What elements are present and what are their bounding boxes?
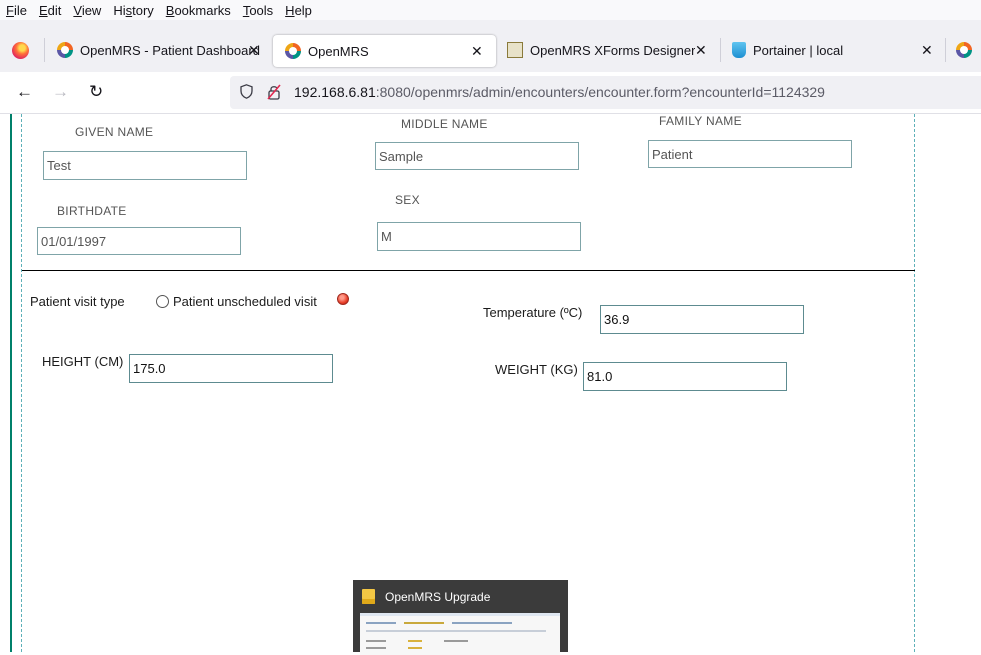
page-content: GIVEN NAME MIDDLE NAME FAMILY NAME BIRTH…: [0, 114, 981, 652]
temperature-field[interactable]: [600, 305, 804, 334]
reload-icon[interactable]: ↻: [89, 82, 103, 102]
visit-type-label: Patient visit type: [30, 294, 125, 309]
form-border-right: [914, 114, 915, 652]
shield-icon[interactable]: [240, 84, 253, 99]
taskbar-window-preview[interactable]: OpenMRS Upgrade: [353, 580, 568, 655]
unscheduled-visit-radio[interactable]: [156, 295, 169, 308]
forward-arrow-icon[interactable]: →: [52, 82, 69, 102]
height-label: HEIGHT (CM): [42, 354, 124, 369]
tab-partial[interactable]: [945, 26, 981, 74]
required-indicator-icon: [337, 293, 349, 305]
close-icon[interactable]: ✕: [248, 42, 260, 59]
weight-field[interactable]: [583, 362, 787, 391]
birthdate-field[interactable]: [37, 227, 241, 255]
menu-tools[interactable]: Tools: [237, 3, 279, 18]
url-bar[interactable]: 192.168.6.81:8080/openmrs/admin/encounte…: [230, 76, 981, 109]
form-border-left: [21, 114, 22, 652]
openmrs-icon: [57, 42, 73, 58]
menu-file[interactable]: File: [0, 3, 33, 18]
insecure-lock-icon[interactable]: [267, 84, 281, 100]
menu-history[interactable]: History: [107, 3, 159, 18]
portainer-icon: [732, 42, 746, 58]
family-name-field[interactable]: [648, 140, 852, 168]
openmrs-icon: [956, 42, 972, 58]
sex-field[interactable]: [377, 222, 581, 251]
section-divider: [22, 270, 915, 271]
given-name-field[interactable]: [43, 151, 247, 180]
tab-title: OpenMRS - Patient Dashboard: [80, 42, 260, 58]
tab-portainer[interactable]: Portainer | local ✕: [720, 26, 945, 74]
family-name-label: FAMILY NAME: [659, 114, 742, 128]
xforms-icon: [507, 42, 523, 58]
weight-label: WEIGHT (KG): [495, 362, 578, 377]
unscheduled-visit-label[interactable]: Patient unscheduled visit: [173, 294, 317, 309]
openmrs-icon: [285, 43, 301, 59]
menu-view[interactable]: View: [67, 3, 107, 18]
tab-title: OpenMRS: [308, 43, 369, 59]
tab-xforms-designer[interactable]: OpenMRS XForms Designer ✕: [495, 26, 720, 74]
menu-edit[interactable]: Edit: [33, 3, 67, 18]
middle-name-field[interactable]: [375, 142, 579, 170]
back-arrow-icon[interactable]: ←: [16, 82, 33, 102]
height-field[interactable]: [129, 354, 333, 383]
firefox-icon[interactable]: [12, 42, 29, 59]
menu-bookmarks[interactable]: Bookmarks: [160, 3, 237, 18]
tab-openmrs-active[interactable]: OpenMRS ✕: [273, 35, 496, 67]
preview-title: OpenMRS Upgrade: [385, 590, 491, 604]
close-icon[interactable]: ✕: [695, 42, 707, 59]
preview-thumbnail[interactable]: [360, 613, 560, 655]
menu-help[interactable]: Help: [279, 3, 318, 18]
tab-strip: OpenMRS - Patient Dashboard ✕ OpenMRS ✕ …: [0, 20, 981, 72]
folder-icon: [362, 589, 375, 604]
left-accent-bar: [10, 114, 12, 652]
given-name-label: GIVEN NAME: [75, 125, 154, 139]
tab-title: Portainer | local: [753, 42, 844, 58]
close-icon[interactable]: ✕: [471, 43, 483, 60]
tab-patient-dashboard[interactable]: OpenMRS - Patient Dashboard ✕: [45, 26, 270, 74]
navigation-bar: ← → ↻ 192.168.6.81:8080/openmrs/admin/en…: [0, 72, 981, 114]
close-icon[interactable]: ✕: [921, 42, 933, 59]
sex-label: SEX: [395, 193, 420, 207]
url-text[interactable]: 192.168.6.81:8080/openmrs/admin/encounte…: [294, 84, 825, 100]
tab-title: OpenMRS XForms Designer: [530, 42, 696, 58]
temperature-label: Temperature (ºC): [483, 305, 583, 320]
birthdate-label: BIRTHDATE: [57, 204, 127, 218]
menu-bar: File Edit View History Bookmarks Tools H…: [0, 0, 981, 20]
middle-name-label: MIDDLE NAME: [401, 117, 488, 131]
